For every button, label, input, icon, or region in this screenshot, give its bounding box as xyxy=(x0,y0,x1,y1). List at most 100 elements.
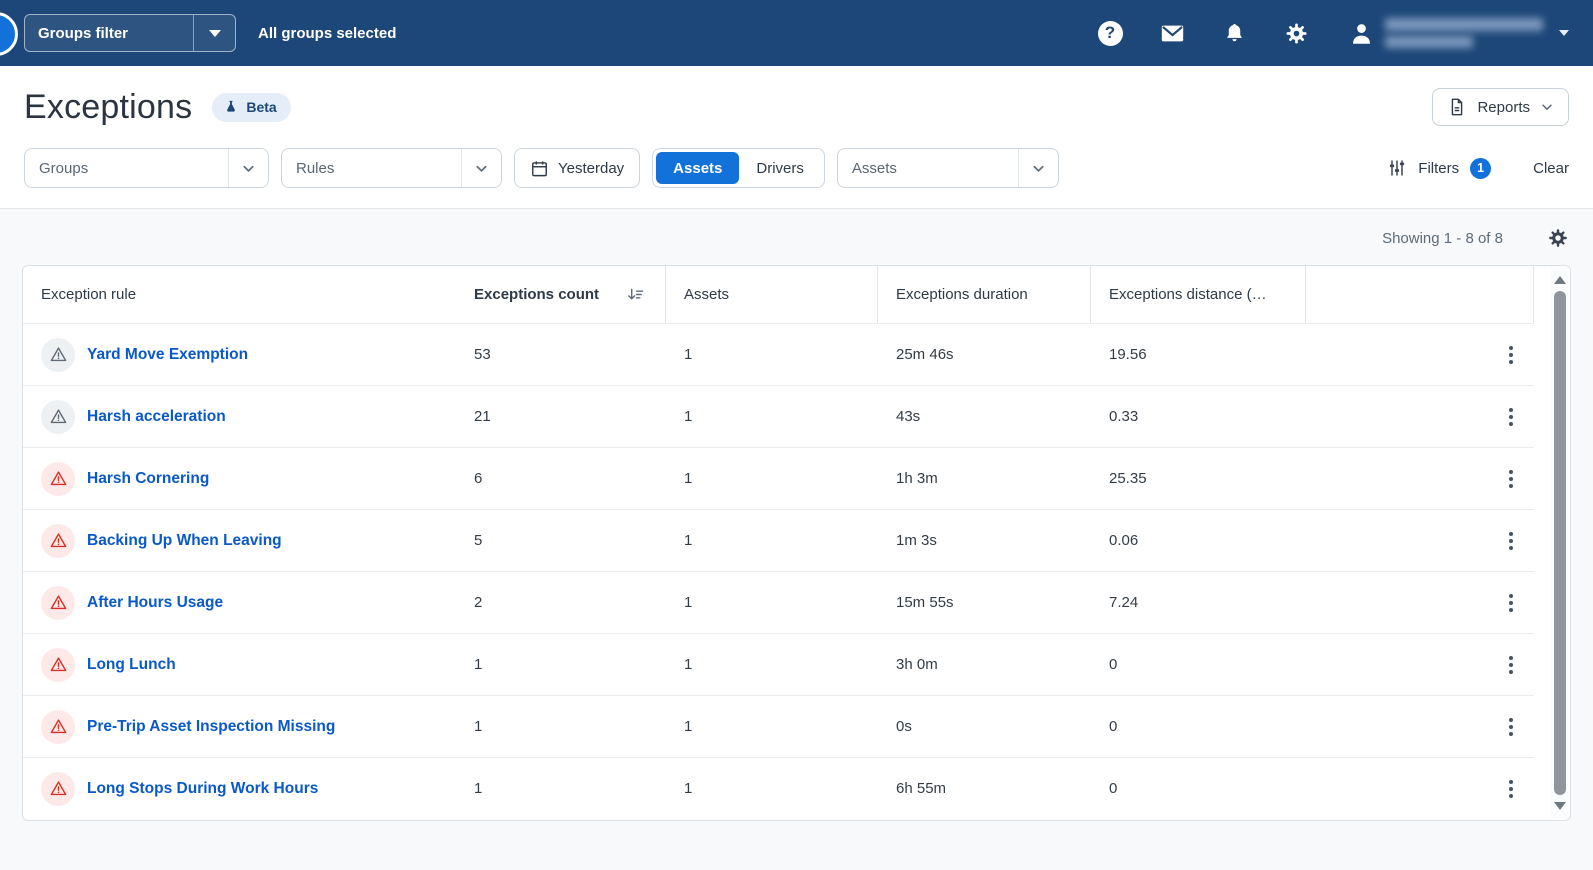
groups-filter-label: Groups filter xyxy=(38,24,129,42)
top-navigation-bar: Groups filter All groups selected ? xyxy=(0,0,1593,66)
settings-button[interactable] xyxy=(1282,19,1310,47)
distance-cell: 0.06 xyxy=(1109,532,1139,549)
assets-cell: 1 xyxy=(684,470,693,487)
scroll-down-arrow-icon[interactable] xyxy=(1553,802,1566,810)
exceptions-table-card: Exception rule Exceptions count Assets E… xyxy=(22,265,1571,821)
filters-button[interactable]: Filters 1 xyxy=(1387,157,1492,179)
warning-icon xyxy=(41,523,75,558)
rules-select-caret[interactable] xyxy=(461,149,501,187)
rule-link[interactable]: Long Stops During Work Hours xyxy=(87,780,318,798)
row-menu-button[interactable] xyxy=(1496,712,1526,742)
duration-cell: 43s xyxy=(896,408,921,425)
rule-link[interactable]: Backing Up When Leaving xyxy=(87,532,282,550)
groups-select[interactable]: Groups xyxy=(24,148,269,188)
date-range-label: Yesterday xyxy=(558,159,625,177)
sort-descending-icon[interactable] xyxy=(626,285,645,304)
messages-button[interactable] xyxy=(1158,19,1186,47)
rule-link[interactable]: Harsh Cornering xyxy=(87,470,209,488)
clear-filters-button[interactable]: Clear xyxy=(1533,160,1569,177)
notifications-button[interactable] xyxy=(1220,19,1248,47)
assets-drivers-toggle: Assets Drivers xyxy=(652,148,825,188)
page-title: Exceptions xyxy=(24,87,193,126)
warning-icon xyxy=(41,461,75,496)
assets-select-caret[interactable] xyxy=(1017,149,1058,187)
sliders-icon xyxy=(1390,160,1405,176)
chevron-down-icon xyxy=(1542,104,1552,111)
table-row: After Hours Usage 2 1 15m 55s 7.24 xyxy=(23,571,1534,633)
row-menu-button[interactable] xyxy=(1496,774,1526,804)
distance-cell: 19.56 xyxy=(1109,346,1147,363)
warning-icon xyxy=(41,585,75,620)
warning-icon xyxy=(41,647,75,682)
all-groups-status: All groups selected xyxy=(258,24,397,42)
groups-select-caret[interactable] xyxy=(228,149,268,187)
column-header-exceptions-count[interactable]: Exceptions count xyxy=(456,266,666,323)
reports-label: Reports xyxy=(1477,98,1530,116)
column-header-assets[interactable]: Assets xyxy=(666,266,878,323)
calendar-icon xyxy=(532,160,547,176)
reports-button[interactable]: Reports xyxy=(1432,88,1569,126)
rule-link[interactable]: Pre-Trip Asset Inspection Missing xyxy=(87,718,335,736)
groups-select-label: Groups xyxy=(39,159,89,177)
table-row: Long Stops During Work Hours 1 1 6h 55m … xyxy=(23,757,1534,819)
rule-link[interactable]: After Hours Usage xyxy=(87,594,223,612)
table-row: Yard Move Exemption 53 1 25m 46s 19.56 xyxy=(23,323,1534,385)
column-header-exceptions-duration[interactable]: Exceptions duration xyxy=(878,266,1091,323)
toggle-drivers[interactable]: Drivers xyxy=(739,152,821,184)
exceptions-count-cell: 53 xyxy=(474,346,491,363)
scrollbar-thumb[interactable] xyxy=(1553,291,1566,795)
duration-cell: 3h 0m xyxy=(896,656,938,673)
rules-select[interactable]: Rules xyxy=(281,148,502,188)
exceptions-count-cell: 1 xyxy=(474,780,483,797)
exceptions-count-cell: 6 xyxy=(474,470,483,487)
user-account-menu[interactable] xyxy=(1348,18,1569,48)
rules-select-label: Rules xyxy=(296,159,335,177)
report-document-icon xyxy=(1452,98,1463,116)
date-range-button[interactable]: Yesterday xyxy=(514,148,641,188)
row-menu-button[interactable] xyxy=(1496,402,1526,432)
assets-cell: 1 xyxy=(684,780,693,797)
groups-filter-caret[interactable] xyxy=(193,15,235,51)
table-row: Backing Up When Leaving 5 1 1m 3s 0.06 xyxy=(23,509,1534,571)
scroll-up-arrow-icon[interactable] xyxy=(1553,276,1566,284)
column-header-exception-rule[interactable]: Exception rule xyxy=(23,266,456,323)
person-icon xyxy=(1353,23,1370,44)
distance-cell: 0 xyxy=(1109,780,1118,797)
table-row: Harsh Cornering 6 1 1h 3m 25.35 xyxy=(23,447,1534,509)
row-menu-button[interactable] xyxy=(1496,650,1526,680)
row-menu-button[interactable] xyxy=(1496,526,1526,556)
bell-icon xyxy=(1226,23,1242,41)
duration-cell: 1m 3s xyxy=(896,532,937,549)
column-header-exceptions-distance[interactable]: Exceptions distance (… xyxy=(1091,266,1306,323)
help-button[interactable]: ? xyxy=(1096,19,1124,47)
table-scrollbar[interactable] xyxy=(1551,268,1568,818)
table-settings-button[interactable] xyxy=(1547,227,1569,249)
distance-cell: 7.24 xyxy=(1109,594,1139,611)
distance-cell: 25.35 xyxy=(1109,470,1147,487)
rule-link[interactable]: Yard Move Exemption xyxy=(87,346,248,364)
row-menu-button[interactable] xyxy=(1496,340,1526,370)
rule-link[interactable]: Harsh acceleration xyxy=(87,408,226,426)
warning-icon xyxy=(41,337,75,372)
row-menu-button[interactable] xyxy=(1496,464,1526,494)
nav-toggle-button[interactable] xyxy=(0,12,18,56)
column-header-actions xyxy=(1306,266,1534,323)
assets-cell: 1 xyxy=(684,532,693,549)
results-meta-row: Showing 1 - 8 of 8 xyxy=(22,209,1571,253)
assets-select[interactable]: Assets xyxy=(836,148,1059,188)
filters-label: Filters xyxy=(1418,159,1460,177)
distance-cell: 0 xyxy=(1109,656,1118,673)
exceptions-count-cell: 21 xyxy=(474,408,491,425)
chevron-down-icon xyxy=(243,165,254,172)
exceptions-count-cell: 5 xyxy=(474,532,483,549)
duration-cell: 6h 55m xyxy=(896,780,947,797)
assets-cell: 1 xyxy=(684,594,693,611)
toggle-assets[interactable]: Assets xyxy=(656,152,740,184)
table-row: Pre-Trip Asset Inspection Missing 1 1 0s… xyxy=(23,695,1534,757)
groups-filter-field[interactable]: Groups filter xyxy=(24,14,236,52)
rule-link[interactable]: Long Lunch xyxy=(87,656,176,674)
chevron-down-icon xyxy=(476,165,487,172)
row-menu-button[interactable] xyxy=(1496,588,1526,618)
assets-cell: 1 xyxy=(684,346,693,363)
exceptions-count-cell: 1 xyxy=(474,718,483,735)
